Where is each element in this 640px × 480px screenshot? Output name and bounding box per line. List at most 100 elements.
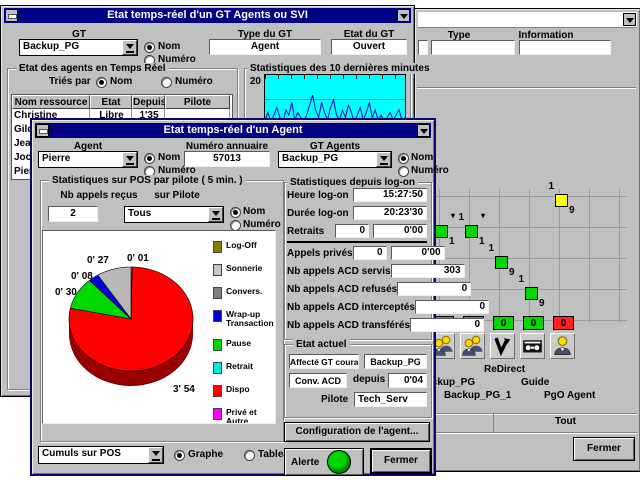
column-header: Depuis <box>132 95 165 109</box>
dropdown-arrow-icon[interactable] <box>208 207 223 222</box>
tout-label[interactable]: Tout <box>494 416 637 427</box>
gt-agents-combobox[interactable]: Backup_PG <box>278 151 392 168</box>
stat-label: Nb appels ACD servis <box>287 266 391 277</box>
sort-nom-radio[interactable] <box>96 77 107 88</box>
gt-combobox-value: Backup_PG <box>23 41 79 52</box>
legend-item: Retrait <box>213 362 271 374</box>
pos-stats-groupbox-title: Statistiques sur POS par pilote ( 5 min.… <box>49 175 246 186</box>
gt-agents-numero-radio-label: Numéro <box>411 165 449 176</box>
stat-label: Durée log-on <box>287 208 349 219</box>
agents-groupbox-title: Etat des agents en Temps Réel <box>16 63 169 74</box>
gt-combobox[interactable]: Backup_PG <box>19 39 138 56</box>
stat-row: Appels privés00'00 <box>287 244 427 262</box>
configuration-button[interactable]: Configuration de l'agent... <box>284 422 430 442</box>
legend-swatch <box>213 385 222 397</box>
legend-label: Wrap-up Transaction <box>226 310 274 328</box>
dropdown-arrow-icon[interactable] <box>376 152 391 167</box>
stat-row: Nb appels ACD transférés0 <box>287 316 427 334</box>
queue-label: PgO Agent <box>544 390 595 401</box>
cumuls-combobox[interactable]: Cumuls sur POS <box>38 446 164 464</box>
legend-item: Sonnerie <box>213 264 271 276</box>
stat-value-field: 303 <box>391 264 465 278</box>
stats10-groupbox-title: Statistiques des 10 dernières minutes <box>247 63 433 74</box>
minimize-button[interactable] <box>417 124 430 137</box>
pilote-numero-radio-label: Numéro <box>243 219 281 230</box>
alerte-label: Alerte <box>291 457 319 468</box>
legend-label: Convers. <box>226 287 262 296</box>
stat-label: Nb appels ACD refusés <box>287 284 397 295</box>
agent-window-title: Etat temps-réel d'un Agent <box>163 124 302 136</box>
queue-label: Guide <box>521 377 549 388</box>
stat-row: Heure log-on15:27:50 <box>287 186 427 204</box>
pilote-value: Tech_Serv <box>354 392 427 407</box>
legend-swatch <box>213 339 222 351</box>
y-axis-max-label: 20 <box>247 76 261 87</box>
stat-label: Heure log-on <box>287 190 349 201</box>
gt-agents-numero-radio[interactable] <box>398 166 409 177</box>
legend-swatch <box>213 408 222 420</box>
gt-agents-nom-radio[interactable] <box>398 153 409 164</box>
gt-nom-radio-label: Nom <box>158 41 180 52</box>
stat-row: Nb appels ACD interceptés0 <box>287 298 427 316</box>
agent-combobox-value: Pierre <box>42 153 70 164</box>
queue-label: Backup_PG_1 <box>444 390 511 401</box>
separator <box>287 241 427 243</box>
gt-nom-radio[interactable] <box>144 42 155 53</box>
legend-item: Convers. <box>213 287 271 299</box>
agent-nom-radio[interactable] <box>144 153 155 164</box>
affecte-gt-value: Backup_PG <box>364 354 427 369</box>
legend-swatch <box>213 287 222 299</box>
legend-swatch <box>213 310 222 322</box>
legend-label: Sonnerie <box>226 264 262 273</box>
etat-actuel-groupbox-title: Etat actuel <box>293 339 350 350</box>
legend-swatch <box>213 264 222 276</box>
agent-fermer-button[interactable]: Fermer <box>370 448 432 474</box>
sur-pilote-combobox[interactable]: Tous <box>124 206 224 223</box>
dropdown-arrow-icon[interactable] <box>148 447 163 463</box>
sort-nom-radio-label: Nom <box>110 76 132 87</box>
queue-labels: Backup_PGBackup_PG_1ReDirectGuidePgO Age… <box>415 9 640 409</box>
agent-combobox[interactable]: Pierre <box>38 151 138 168</box>
graphe-radio[interactable] <box>174 450 185 461</box>
dropdown-arrow-icon[interactable] <box>122 40 137 55</box>
stat-label: Nb appels ACD interceptés <box>287 302 415 313</box>
agent-nom-radio-label: Nom <box>158 152 180 163</box>
pilote-nom-radio[interactable] <box>230 207 241 218</box>
system-menu-button[interactable] <box>36 124 49 137</box>
agent-window: Etat temps-réel d'un Agent Agent Pierre … <box>30 118 436 476</box>
minimize-button[interactable] <box>397 9 410 22</box>
tableau-radio[interactable] <box>244 450 255 461</box>
stat-value-field: 0 <box>353 246 387 260</box>
legend-label: Pause <box>226 339 251 348</box>
pie-value-label: 0' 27 <box>87 255 109 266</box>
pie-value-label: 0' 08 <box>71 271 93 282</box>
depuis-label: depuis <box>353 374 385 385</box>
sort-numero-radio[interactable] <box>161 77 172 88</box>
system-menu-button[interactable] <box>5 9 18 22</box>
pilote-label: Pilote <box>321 394 348 405</box>
stat-value-field: 0'00 <box>391 246 445 260</box>
graphe-radio-label: Graphe <box>188 449 223 460</box>
gt-agents-nom-radio-label: Nom <box>411 152 433 163</box>
agent-window-titlebar[interactable]: Etat temps-réel d'un Agent <box>35 123 431 138</box>
gt-window-title: Etat temps-réel d'un GT Agents ou SVI <box>107 9 308 21</box>
dropdown-arrow-icon[interactable] <box>122 152 137 167</box>
sort-label: Triés par <box>49 76 91 87</box>
legend-label: Privé et Autre <box>226 408 271 424</box>
pie-chart-panel: Log-Off Sonnerie Convers. Wrap-up Transacti… <box>42 230 276 424</box>
stat-value-field: 20:23'30 <box>353 206 427 220</box>
monitor-fermer-button[interactable]: Fermer <box>573 437 635 461</box>
nb-appels-value: 2 <box>48 206 98 222</box>
affecte-gt-button[interactable]: Affecté GT courant <box>289 354 359 369</box>
legend-label: Retrait <box>226 362 253 371</box>
legend-item: Log-Off <box>213 241 271 253</box>
type-gt-value: Agent <box>209 39 321 55</box>
stat-row: Nb appels ACD servis303 <box>287 262 427 280</box>
pie-value-label: 0' 30 <box>55 287 77 298</box>
depuis-value: 0'04 <box>388 373 427 388</box>
sur-pilote-combobox-value: Tous <box>128 208 151 219</box>
stat-value-field: 0 <box>415 300 489 314</box>
pie-legend: Log-Off Sonnerie Convers. Wrap-up Transacti… <box>213 241 271 424</box>
gt-window-titlebar[interactable]: Etat temps-réel d'un GT Agents ou SVI <box>4 8 411 23</box>
tout-bar[interactable]: Tout <box>417 413 637 433</box>
